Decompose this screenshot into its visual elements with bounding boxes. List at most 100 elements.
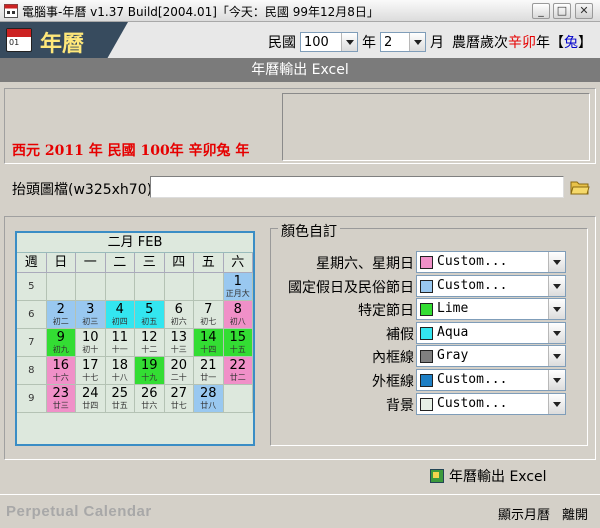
color-select[interactable]: Custom...	[416, 274, 566, 297]
status-bar: Perpetual Calendar 顯示月曆 離開	[0, 494, 600, 528]
folder-open-icon[interactable]	[570, 179, 590, 195]
calendar-day-cell[interactable]: 8 初八	[223, 301, 253, 329]
calendar-day-cell[interactable]: 11 十一	[105, 329, 135, 357]
calendar-day-cell[interactable]: 19 十九	[135, 357, 165, 385]
calendar-week-row: 7 9 初九 10 初十 11 十一 12 十二 13 十三 14 十四 15 十五	[17, 329, 253, 357]
show-calendar-button[interactable]: 顯示月曆	[498, 504, 550, 523]
lunar-date: 廿八	[200, 401, 217, 410]
color-setting-row: 背景 Custom...	[270, 392, 590, 415]
lunar-date: 廿三	[52, 401, 69, 410]
close-button[interactable]: ✕	[575, 3, 593, 19]
year-unit-label: 年	[362, 35, 376, 51]
calendar-day-cell[interactable]: 13 十三	[164, 329, 194, 357]
calendar-icon: 01	[6, 28, 32, 52]
lunar-date: 二十	[170, 373, 187, 382]
calendar-day-cell[interactable]: 14 十四	[194, 329, 224, 357]
calendar-day-cell[interactable]: 21 廿一	[194, 357, 224, 385]
calendar-day-cell[interactable]: 16 十六	[46, 357, 76, 385]
color-select[interactable]: Custom...	[416, 251, 566, 273]
header-image-path-input[interactable]	[150, 176, 564, 198]
color-setting-label: 特定節日	[358, 303, 414, 320]
chevron-down-icon[interactable]	[548, 346, 565, 367]
calendar-day-cell[interactable]: 5 初五	[135, 301, 165, 329]
lunar-date: 十一	[111, 345, 128, 354]
color-select-value: Gray	[437, 348, 469, 364]
calendar-day-cell[interactable]: 28 廿八	[194, 385, 224, 413]
calendar-day-cell[interactable]: 6 初六	[164, 301, 194, 329]
lunar-date: 初十	[82, 345, 99, 354]
calendar-day-cell	[105, 273, 135, 301]
chevron-down-icon[interactable]	[341, 33, 357, 51]
lunar-date: 初四	[111, 317, 128, 326]
export-excel-button[interactable]: 年曆輸出 Excel	[430, 466, 547, 486]
calendar-day-cell[interactable]: 26 廿六	[135, 385, 165, 413]
chevron-down-icon[interactable]	[548, 393, 565, 414]
calendar-day-cell[interactable]: 2 初二	[46, 301, 76, 329]
lunar-date: 廿七	[170, 401, 187, 410]
day-number: 2	[56, 302, 65, 317]
calendar-day-cell[interactable]: 15 十五	[223, 329, 253, 357]
year-select[interactable]: 100	[300, 32, 358, 52]
maximize-button[interactable]: □	[553, 3, 571, 19]
chevron-down-icon[interactable]	[548, 275, 565, 296]
lunar-date: 初八	[229, 317, 246, 326]
header-image-preview	[282, 93, 590, 161]
weekday-header-cell: 五	[194, 253, 224, 273]
day-number: 22	[229, 358, 247, 373]
month-select[interactable]: 2	[380, 32, 426, 52]
day-number: 10	[81, 330, 99, 345]
calendar-day-cell[interactable]: 25 廿五	[105, 385, 135, 413]
era-label: 民國	[268, 35, 296, 51]
window-title: 電腦事-年曆 v1.37 Build[2004.01]「今天：民國 99年12月…	[22, 5, 379, 19]
calendar-day-cell[interactable]: 12 十二	[135, 329, 165, 357]
chevron-down-icon[interactable]	[548, 252, 565, 272]
calendar-day-cell[interactable]: 1 正月大	[223, 273, 253, 301]
calendar-day-cell[interactable]: 7 初七	[194, 301, 224, 329]
calendar-day-cell[interactable]: 9 初九	[46, 329, 76, 357]
zodiac-animal: 兔	[564, 35, 578, 51]
calendar-day-cell[interactable]: 4 初四	[105, 301, 135, 329]
chevron-down-icon[interactable]	[548, 370, 565, 390]
color-select[interactable]: Lime	[416, 298, 566, 321]
day-number: 3	[86, 302, 95, 317]
color-select[interactable]: Custom...	[416, 369, 566, 391]
color-setting-label: 外框線	[372, 374, 414, 390]
day-number: 16	[52, 358, 70, 373]
color-select[interactable]: Aqua	[416, 321, 566, 344]
calendar-day-cell[interactable]: 22 廿二	[223, 357, 253, 385]
lunar-date: 初七	[200, 317, 217, 326]
color-select-value: Custom...	[437, 277, 508, 293]
calendar-day-cell[interactable]: 24 廿四	[76, 385, 106, 413]
calendar-day-cell[interactable]: 23 廿三	[46, 385, 76, 413]
year-select-value: 100	[304, 34, 329, 50]
calendar-day-cell[interactable]: 27 廿七	[164, 385, 194, 413]
calendar-day-cell[interactable]: 17 十七	[76, 357, 106, 385]
week-number: 9	[17, 385, 47, 413]
calendar-day-cell[interactable]: 10 初十	[76, 329, 106, 357]
day-number: 13	[170, 330, 188, 345]
day-number: 21	[199, 358, 217, 373]
calendar-day-cell[interactable]: 3 初三	[76, 301, 106, 329]
chevron-down-icon[interactable]	[409, 33, 425, 51]
color-select[interactable]: Gray	[416, 345, 566, 368]
calendar-day-cell[interactable]: 18 十八	[105, 357, 135, 385]
app-icon	[4, 4, 18, 18]
chevron-down-icon[interactable]	[548, 299, 565, 320]
color-select[interactable]: Custom...	[416, 392, 566, 415]
exit-button[interactable]: 離開	[562, 504, 588, 523]
color-setting-label: 星期六、星期日	[316, 256, 414, 272]
chevron-down-icon[interactable]	[548, 322, 565, 343]
minimize-button[interactable]: _	[532, 3, 550, 19]
lunar-date: 廿一	[200, 373, 217, 382]
lunar-prefix: 農曆歲次	[452, 35, 508, 51]
weekday-header-cell: 一	[76, 253, 106, 273]
color-setting-row: 特定節日 Lime	[270, 298, 590, 321]
year-controls: 民國 100 年 2 月 農曆歲次 辛卯 年 【 兔 】	[268, 30, 592, 54]
day-number: 5	[145, 302, 154, 317]
calendar-day-cell[interactable]: 20 二十	[164, 357, 194, 385]
color-setting-label: 背景	[386, 397, 414, 414]
color-select-value: Lime	[437, 301, 469, 317]
color-swatch	[420, 279, 433, 293]
color-setting-label: 國定假日及民俗節日	[288, 279, 414, 296]
day-number: 11	[111, 330, 129, 345]
